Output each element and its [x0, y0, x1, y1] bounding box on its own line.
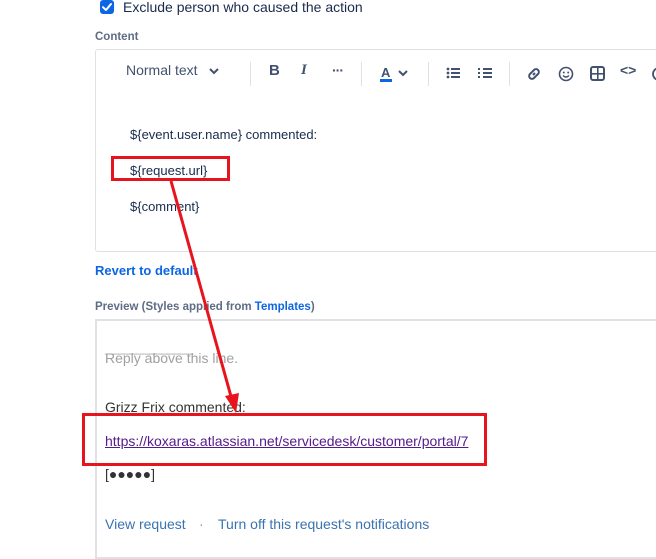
annotation-arrow	[169, 180, 239, 413]
